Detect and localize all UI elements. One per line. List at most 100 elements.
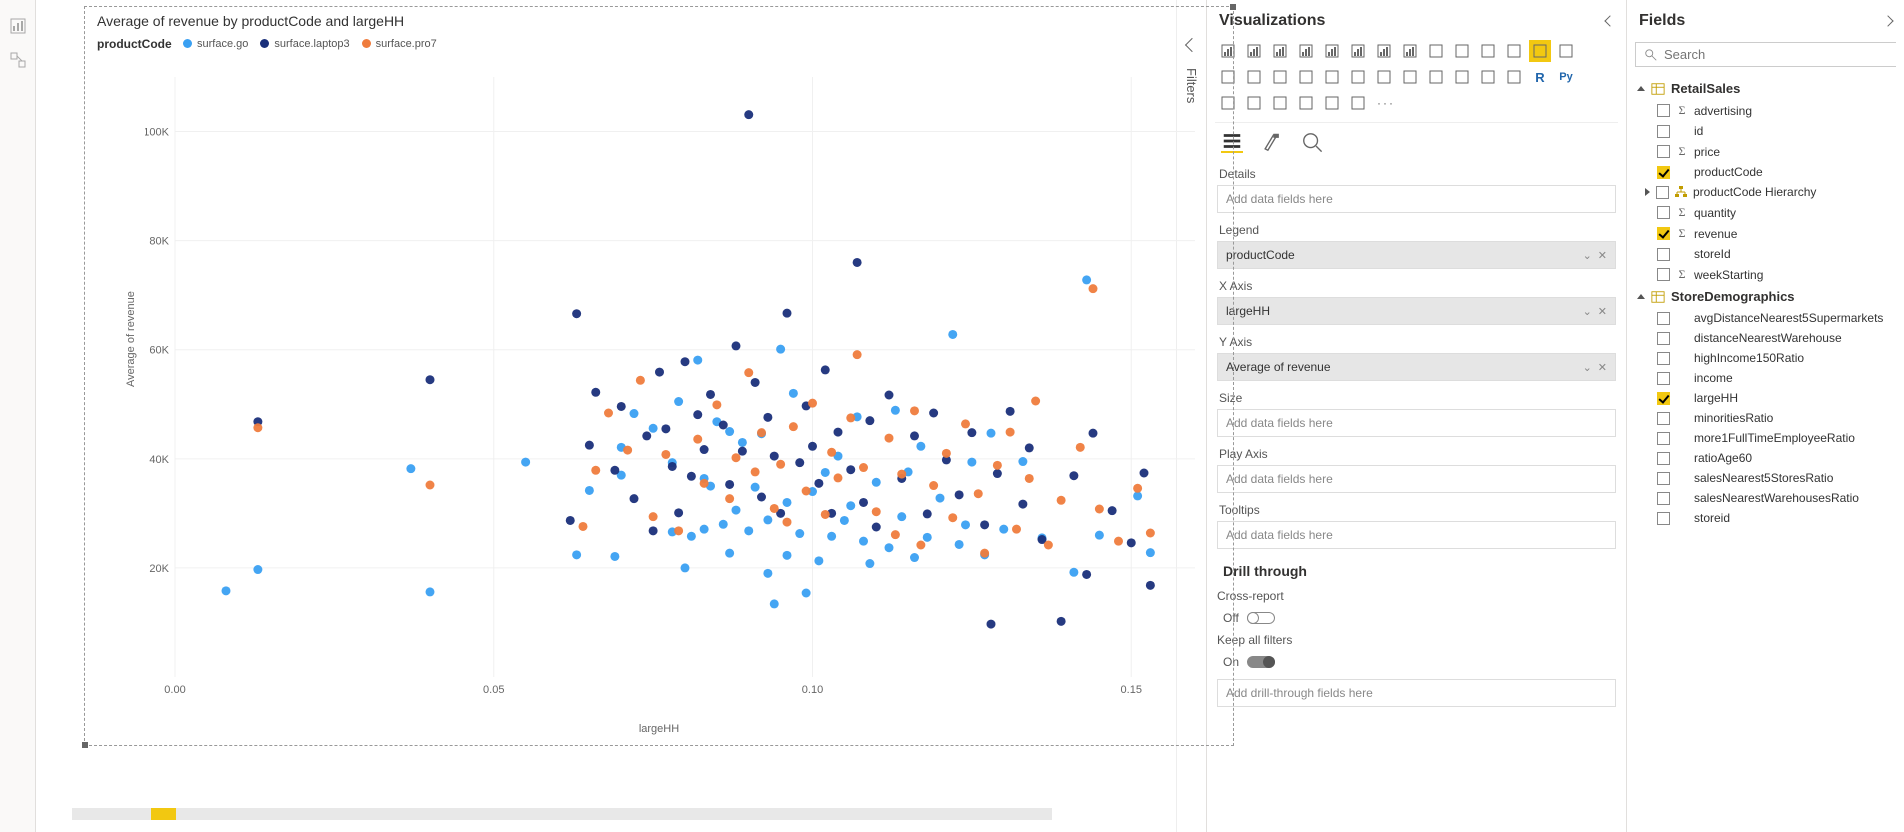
legend-well[interactable]: productCode⌄✕ xyxy=(1217,241,1616,269)
clustered-column-icon[interactable] xyxy=(1295,40,1317,62)
legend-item[interactable]: surface.laptop3 xyxy=(260,38,349,50)
map-icon[interactable] xyxy=(1269,66,1291,88)
search-input[interactable] xyxy=(1664,47,1888,62)
field-checkbox[interactable] xyxy=(1657,104,1670,117)
powerapps-icon[interactable] xyxy=(1347,92,1369,114)
field-row[interactable]: distanceNearestWarehouse xyxy=(1635,328,1896,348)
fields-search[interactable] xyxy=(1635,42,1896,67)
field-row[interactable]: Σprice xyxy=(1635,141,1896,162)
field-checkbox[interactable] xyxy=(1656,186,1669,199)
legend-item[interactable]: surface.pro7 xyxy=(362,38,437,50)
area-icon[interactable] xyxy=(1399,40,1421,62)
field-checkbox[interactable] xyxy=(1657,512,1670,525)
field-checkbox[interactable] xyxy=(1657,166,1670,179)
field-checkbox[interactable] xyxy=(1657,268,1670,281)
chevron-down-icon[interactable]: ⌄ xyxy=(1583,249,1592,262)
chevron-down-icon[interactable]: ⌄ xyxy=(1583,361,1592,374)
field-row[interactable]: storeid xyxy=(1635,508,1896,528)
decomposition-icon[interactable] xyxy=(1243,92,1265,114)
field-row[interactable]: storeId xyxy=(1635,244,1896,264)
100-bar-icon[interactable] xyxy=(1321,40,1343,62)
qa-icon[interactable] xyxy=(1269,92,1291,114)
field-row[interactable]: salesNearestWarehousesRatio xyxy=(1635,488,1896,508)
field-row[interactable]: ΣweekStarting xyxy=(1635,264,1896,285)
shape-map-icon[interactable] xyxy=(1321,66,1343,88)
field-checkbox[interactable] xyxy=(1657,392,1670,405)
field-checkbox[interactable] xyxy=(1657,352,1670,365)
field-checkbox[interactable] xyxy=(1657,412,1670,425)
field-row[interactable]: largeHH xyxy=(1635,388,1896,408)
xaxis-well[interactable]: largeHH⌄✕ xyxy=(1217,297,1616,325)
details-well[interactable]: Add data fields here xyxy=(1217,185,1616,213)
yaxis-well[interactable]: Average of revenue⌄✕ xyxy=(1217,353,1616,381)
field-row[interactable]: highIncome150Ratio xyxy=(1635,348,1896,368)
paginated-icon[interactable] xyxy=(1295,92,1317,114)
field-row[interactable]: income xyxy=(1635,368,1896,388)
legend-item[interactable]: surface.go xyxy=(183,38,248,50)
field-row[interactable]: more1FullTimeEmployeeRatio xyxy=(1635,428,1896,448)
gauge-icon[interactable] xyxy=(1347,66,1369,88)
field-checkbox[interactable] xyxy=(1657,432,1670,445)
field-row[interactable]: ratioAge60 xyxy=(1635,448,1896,468)
treemap-icon[interactable] xyxy=(1243,66,1265,88)
field-checkbox[interactable] xyxy=(1657,227,1670,240)
pie-icon[interactable] xyxy=(1555,40,1577,62)
field-row[interactable]: Σrevenue xyxy=(1635,223,1896,244)
scatter-visual[interactable]: Average of revenue by productCode and la… xyxy=(85,7,1233,745)
matrix-icon[interactable] xyxy=(1503,66,1525,88)
stacked-area-icon[interactable] xyxy=(1425,40,1447,62)
field-row[interactable]: productCode Hierarchy xyxy=(1635,182,1896,202)
slicer-icon[interactable] xyxy=(1451,66,1473,88)
field-row[interactable]: Σadvertising xyxy=(1635,100,1896,121)
field-row[interactable]: minoritiesRatio xyxy=(1635,408,1896,428)
funnel-icon[interactable] xyxy=(1503,40,1525,62)
visual-selection-frame[interactable]: Average of revenue by productCode and la… xyxy=(84,6,1234,746)
chevron-right-icon[interactable] xyxy=(1882,15,1893,26)
field-checkbox[interactable] xyxy=(1657,452,1670,465)
100-column-icon[interactable] xyxy=(1347,40,1369,62)
field-row[interactable]: salesNearest5StoresRatio xyxy=(1635,468,1896,488)
table-icon[interactable] xyxy=(1477,66,1499,88)
field-checkbox[interactable] xyxy=(1657,248,1670,261)
page-scroll-thumb[interactable] xyxy=(151,808,176,820)
chevron-down-icon[interactable]: ⌄ xyxy=(1583,305,1592,318)
ribbon-icon[interactable] xyxy=(1451,40,1473,62)
more-visuals-icon[interactable]: ··· xyxy=(1373,92,1395,114)
remove-icon[interactable]: ✕ xyxy=(1598,361,1607,374)
waterfall-icon[interactable] xyxy=(1477,40,1499,62)
field-checkbox[interactable] xyxy=(1657,206,1670,219)
field-checkbox[interactable] xyxy=(1657,145,1670,158)
playaxis-well[interactable]: Add data fields here xyxy=(1217,465,1616,493)
field-checkbox[interactable] xyxy=(1657,492,1670,505)
arcgis-icon[interactable] xyxy=(1321,92,1343,114)
table-header[interactable]: StoreDemographics xyxy=(1635,285,1896,308)
clustered-bar-icon[interactable] xyxy=(1243,40,1265,62)
size-well[interactable]: Add data fields here xyxy=(1217,409,1616,437)
scatter-icon[interactable] xyxy=(1529,40,1551,62)
remove-icon[interactable]: ✕ xyxy=(1598,305,1607,318)
field-checkbox[interactable] xyxy=(1657,312,1670,325)
page-scroll-track[interactable] xyxy=(72,808,1052,820)
remove-icon[interactable]: ✕ xyxy=(1598,249,1607,262)
drillthrough-well[interactable]: Add drill-through fields here xyxy=(1217,679,1616,707)
r-visual-icon[interactable]: R xyxy=(1529,66,1551,88)
tooltips-well[interactable]: Add data fields here xyxy=(1217,521,1616,549)
field-row[interactable]: Σquantity xyxy=(1635,202,1896,223)
field-row[interactable]: avgDistanceNearest5Supermarkets xyxy=(1635,308,1896,328)
cross-report-toggle[interactable] xyxy=(1247,612,1275,624)
field-checkbox[interactable] xyxy=(1657,472,1670,485)
report-canvas[interactable]: Average of revenue by productCode and la… xyxy=(36,0,1176,832)
field-row[interactable]: id xyxy=(1635,121,1896,141)
multi-card-icon[interactable] xyxy=(1399,66,1421,88)
analytics-tab-icon[interactable] xyxy=(1301,131,1323,153)
field-checkbox[interactable] xyxy=(1657,332,1670,345)
model-view-icon[interactable] xyxy=(10,52,26,68)
chevron-right-icon[interactable] xyxy=(1604,15,1615,26)
field-checkbox[interactable] xyxy=(1657,125,1670,138)
stacked-column-icon[interactable] xyxy=(1269,40,1291,62)
py-visual-icon[interactable]: Py xyxy=(1555,66,1577,88)
filled-map-icon[interactable] xyxy=(1295,66,1317,88)
card-icon[interactable] xyxy=(1373,66,1395,88)
field-checkbox[interactable] xyxy=(1657,372,1670,385)
field-row[interactable]: productCode xyxy=(1635,162,1896,182)
